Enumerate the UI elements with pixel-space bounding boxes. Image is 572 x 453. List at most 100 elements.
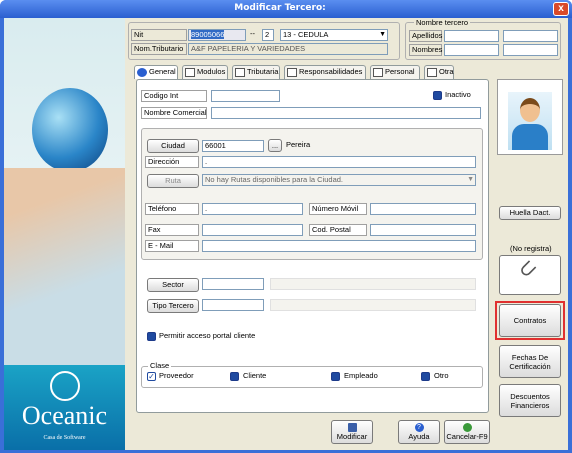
proveedor-checkbox[interactable]: ✓ bbox=[147, 372, 156, 381]
telefono-label: Teléfono bbox=[145, 203, 199, 215]
email-field[interactable] bbox=[202, 240, 476, 252]
window-title: Modificar Tercero: bbox=[234, 3, 326, 13]
tab-label: Otra bbox=[439, 67, 454, 76]
direccion-field[interactable]: . bbox=[202, 156, 476, 168]
nombre1-field[interactable] bbox=[444, 44, 499, 56]
ciudad-name: Pereira bbox=[286, 140, 311, 149]
tab-label: Responsabilidades bbox=[299, 67, 363, 76]
empleado-checkbox[interactable] bbox=[331, 372, 340, 381]
clase-option-cliente: Cliente bbox=[243, 371, 267, 380]
info-icon bbox=[137, 68, 147, 77]
portal-checkbox[interactable] bbox=[147, 332, 156, 341]
nombre2-field[interactable] bbox=[503, 44, 558, 56]
tipo-tercero-description bbox=[270, 299, 476, 311]
ruta-select[interactable]: No hay Rutas disponibles para la Ciudad.… bbox=[202, 174, 476, 186]
photo-frame[interactable] bbox=[497, 79, 563, 155]
fax-label: Fax bbox=[145, 224, 199, 236]
brand-logo: Oceanic Casa de Software bbox=[4, 365, 125, 450]
direccion-label: Dirección bbox=[145, 156, 199, 168]
ciudad-code-field[interactable]: 66001 bbox=[202, 140, 264, 152]
hands-image bbox=[4, 168, 125, 368]
brand-name: Oceanic bbox=[21, 401, 108, 430]
tab-label: Modulos bbox=[197, 67, 226, 76]
nombre-comercial-field[interactable] bbox=[211, 107, 481, 119]
codigo-label: Codigo Int bbox=[141, 90, 207, 102]
movil-field[interactable] bbox=[370, 203, 476, 215]
tab-label: Tributaria bbox=[247, 67, 279, 76]
ayuda-button[interactable]: ? Ayuda bbox=[398, 420, 440, 444]
table-icon bbox=[235, 68, 245, 77]
tab-label: General bbox=[149, 67, 176, 76]
chevron-down-icon: ▼ bbox=[379, 31, 386, 38]
tipo-tercero-field[interactable] bbox=[202, 299, 264, 311]
modificar-label: Modificar bbox=[336, 432, 368, 441]
apellido1-field[interactable] bbox=[444, 30, 499, 42]
nit-field[interactable]: 89005066 bbox=[188, 29, 246, 41]
postal-label: Cod. Postal bbox=[309, 224, 367, 236]
chevron-down-icon: ▼ bbox=[467, 176, 474, 183]
descuentos-financieros-button[interactable]: Descuentos Financieros bbox=[499, 384, 561, 417]
codigo-field[interactable] bbox=[211, 90, 280, 102]
nombres-label: Nombres bbox=[409, 44, 442, 56]
email-label: E - Mail bbox=[145, 240, 199, 252]
fechas-certificacion-button[interactable]: Fechas De Certificación bbox=[499, 345, 561, 378]
avatar bbox=[508, 92, 552, 150]
clase-label: Clase bbox=[148, 361, 172, 371]
postal-field[interactable] bbox=[370, 224, 476, 236]
dash-label: -- bbox=[250, 29, 255, 38]
inactivo-checkbox[interactable] bbox=[433, 91, 442, 100]
tab-modulos[interactable]: Modulos bbox=[182, 65, 228, 79]
sector-field[interactable] bbox=[202, 278, 264, 290]
huella-button[interactable]: Huella Dact. bbox=[499, 206, 561, 220]
close-button[interactable]: x bbox=[553, 2, 569, 16]
tipo-tercero-button[interactable]: Tipo Tercero bbox=[147, 299, 199, 313]
otro-checkbox[interactable] bbox=[421, 372, 430, 381]
clase-option-otro: Otro bbox=[434, 371, 449, 380]
avatar-head bbox=[520, 98, 540, 122]
nit-value: 89005066 bbox=[191, 30, 225, 39]
brand-tagline: Casa de Software bbox=[43, 435, 86, 441]
title-bar: Modificar Tercero: x bbox=[0, 0, 572, 18]
tab-general[interactable]: General bbox=[134, 65, 178, 79]
help-icon: ? bbox=[414, 423, 424, 432]
tab-personal[interactable]: Personal bbox=[370, 65, 420, 79]
telefono-field[interactable]: . bbox=[202, 203, 303, 215]
tab-tributaria[interactable]: Tributaria bbox=[232, 65, 280, 79]
tab-responsabilidades[interactable]: Responsabilidades bbox=[284, 65, 366, 79]
clase-option-proveedor: Proveedor bbox=[159, 371, 194, 380]
modificar-button[interactable]: Modificar bbox=[331, 420, 373, 444]
fax-field[interactable] bbox=[202, 224, 303, 236]
portal-label: Permitir acceso portal cliente bbox=[159, 331, 256, 340]
paperclip-icon: ⊂ bbox=[511, 253, 543, 284]
nit-label: Nit bbox=[131, 29, 187, 41]
ruta-button[interactable]: Ruta bbox=[147, 174, 199, 188]
doc-type-value: 13 - CEDULA bbox=[283, 30, 329, 39]
modules-icon bbox=[185, 68, 195, 77]
dv-field[interactable]: 2 bbox=[262, 29, 274, 41]
nombre-comercial-label: Nombre Comercial bbox=[141, 107, 207, 119]
nombre-group-label: Nombre tercero bbox=[414, 18, 471, 28]
nom-tributario-field[interactable]: A&F PAPELERIA Y VARIEDADES bbox=[188, 43, 388, 55]
globe-image bbox=[32, 88, 108, 172]
apellido2-field[interactable] bbox=[503, 30, 558, 42]
movil-label: Número Móvil bbox=[309, 203, 367, 215]
ciudad-lookup-button[interactable]: ... bbox=[268, 139, 282, 152]
cancelar-button[interactable]: Cancelar-F9 bbox=[444, 420, 490, 444]
cliente-checkbox[interactable] bbox=[230, 372, 239, 381]
ruta-value: No hay Rutas disponibles para la Ciudad. bbox=[205, 175, 343, 184]
save-icon bbox=[347, 423, 357, 432]
clase-option-empleado: Empleado bbox=[344, 371, 378, 380]
tab-otra[interactable]: Otra bbox=[424, 65, 454, 79]
ciudad-button[interactable]: Ciudad bbox=[147, 139, 199, 153]
avatar-body bbox=[512, 124, 548, 150]
apellidos-label: Apellidos bbox=[409, 30, 442, 42]
nom-tributario-label: Nom.Tributario bbox=[131, 43, 187, 55]
attachment-button[interactable]: ⊂ bbox=[499, 253, 561, 295]
inactivo-label: Inactivo bbox=[445, 90, 471, 99]
ayuda-label: Ayuda bbox=[408, 432, 430, 441]
contratos-button[interactable]: Contratos bbox=[499, 304, 561, 337]
person-card-icon bbox=[373, 68, 383, 77]
sector-button[interactable]: Sector bbox=[147, 278, 199, 292]
undo-icon bbox=[462, 423, 472, 432]
doc-type-select[interactable]: 13 - CEDULA ▼ bbox=[280, 29, 388, 41]
